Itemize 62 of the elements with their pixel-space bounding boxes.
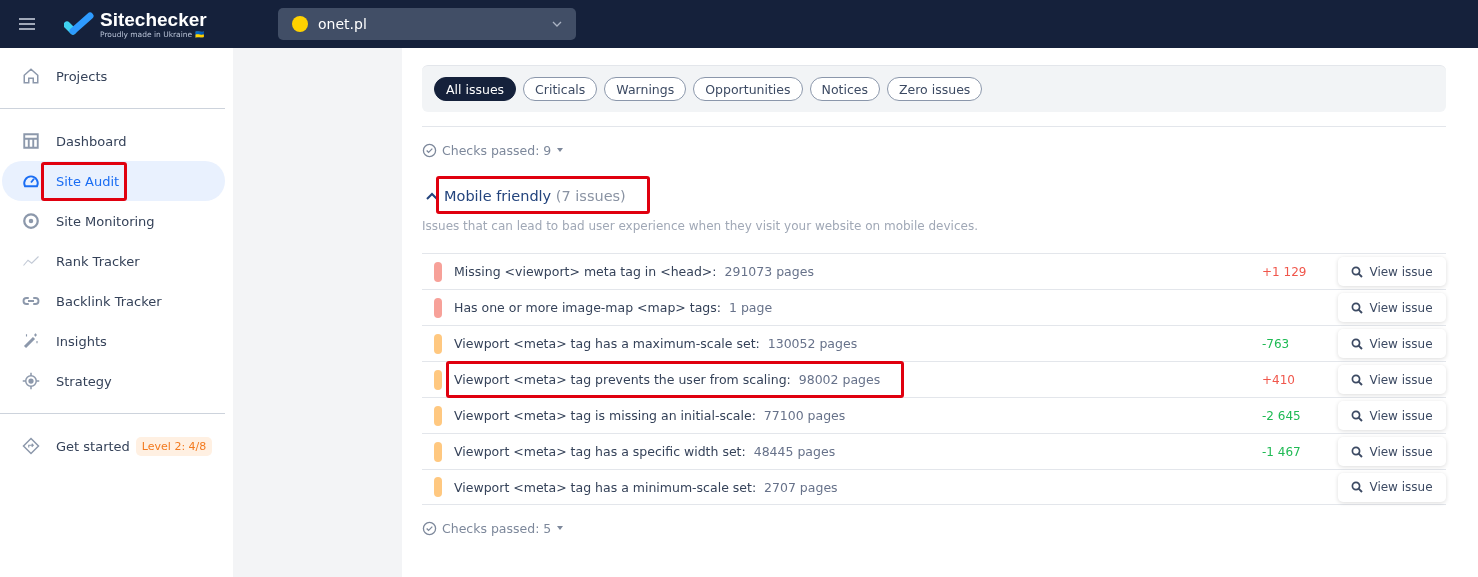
- menu-icon[interactable]: [16, 15, 38, 33]
- search-icon: [1351, 409, 1364, 422]
- caret-icon: [556, 525, 565, 531]
- issue-delta: -1 467: [1262, 444, 1301, 459]
- issue-text: Viewport <meta> tag has a minimum-scale set: 2707 pages: [454, 479, 838, 495]
- radar-icon: [22, 212, 40, 230]
- view-issue-button[interactable]: View issue: [1338, 437, 1446, 466]
- view-issue-button[interactable]: View issue: [1338, 472, 1446, 502]
- search-icon: [1351, 481, 1364, 493]
- filter-tab[interactable]: Notices: [809, 77, 880, 101]
- sidebar-item[interactable]: Projects: [2, 56, 225, 96]
- issue-delta: -763: [1262, 336, 1290, 351]
- target-icon: [22, 372, 40, 390]
- view-issue-button[interactable]: View issue: [1338, 257, 1446, 286]
- table-icon: [22, 132, 40, 150]
- search-icon: [1351, 301, 1364, 314]
- issue-text: Viewport <meta> tag has a specific width set: 48445 pages: [454, 444, 836, 459]
- issue-text: Viewport <meta> tag is missing an initial-scale: 77100 pages: [454, 408, 846, 423]
- sidebar-item[interactable]: Site Monitoring: [2, 201, 225, 241]
- issue-delta: -2 645: [1262, 408, 1301, 423]
- issue-text: Viewport <meta> tag prevents the user from scaling: 98002 pages: [454, 372, 881, 387]
- search-icon: [1351, 445, 1364, 458]
- sidebar-item[interactable]: Dashboard: [2, 121, 225, 161]
- sidebar-item[interactable]: Strategy: [2, 361, 225, 401]
- search-icon: [1351, 337, 1364, 350]
- search-icon: [1351, 265, 1364, 278]
- check-circle-icon: [422, 142, 437, 158]
- issue-text: Viewport <meta> tag has a maximum-scale set: 130052 pages: [454, 336, 858, 351]
- chevron-down-icon: [552, 21, 562, 27]
- sidebar-item[interactable]: Get started Level 2: 4/8: [2, 426, 225, 466]
- filter-tab[interactable]: Opportunities: [693, 77, 803, 101]
- check-circle-icon: [422, 520, 437, 536]
- diamond-icon: [22, 437, 40, 455]
- level-badge: Level 2: 4/8: [135, 436, 213, 456]
- checks-passed-text[interactable]: Checks passed: 5: [442, 520, 552, 536]
- chevron-up-icon[interactable]: [426, 192, 438, 200]
- caret-icon: [556, 147, 565, 153]
- brand-name: Sitechecker: [100, 9, 207, 29]
- section-title[interactable]: Mobile friendly (7 issues): [444, 188, 626, 204]
- logo-icon: [64, 12, 94, 36]
- issue-delta: +1 129: [1262, 264, 1307, 279]
- sidebar-item[interactable]: Backlink Tracker: [2, 281, 225, 321]
- sidebar-item[interactable]: Site Audit: [2, 161, 225, 201]
- sidebar-item[interactable]: Rank Tracker: [2, 241, 225, 281]
- section-description: Issues that can lead to bad user experience when they visit your website on mobile devices.: [422, 219, 979, 233]
- issue-text: Missing <viewport> meta tag in <head>: 291073 pages: [454, 264, 814, 279]
- search-icon: [1351, 373, 1364, 386]
- view-issue-button[interactable]: View issue: [1338, 365, 1446, 394]
- filter-tab[interactable]: Zero issues: [887, 77, 983, 101]
- view-issue-button[interactable]: View issue: [1338, 293, 1446, 322]
- filter-tab[interactable]: All issues: [434, 77, 517, 101]
- view-issue-button[interactable]: View issue: [1338, 401, 1446, 430]
- filter-tab[interactable]: Criticals: [523, 77, 598, 101]
- view-issue-button[interactable]: View issue: [1338, 329, 1446, 358]
- checks-passed-text[interactable]: Checks passed: 9: [442, 142, 552, 158]
- sidebar-item[interactable]: Insights: [2, 321, 225, 361]
- issue-text: Has one or more image-map <map> tags: 1 page: [454, 300, 773, 315]
- filter-tab[interactable]: Warnings: [604, 77, 687, 101]
- wand-icon: [22, 332, 40, 350]
- home-icon: [22, 67, 40, 85]
- issue-delta: +410: [1262, 372, 1295, 387]
- project-selector[interactable]: onet.pl: [278, 8, 576, 40]
